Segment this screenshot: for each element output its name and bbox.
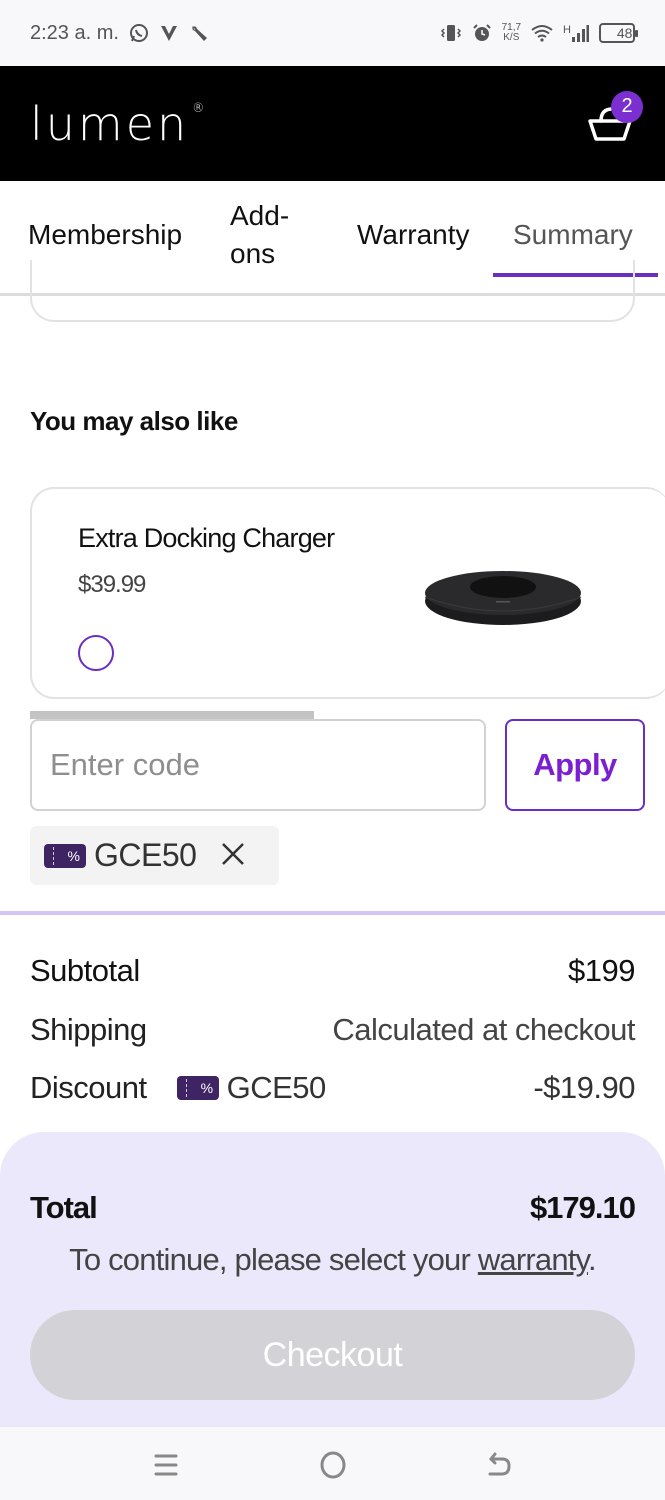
- discount-tag-icon: %: [176, 1076, 219, 1100]
- subtotal-value: $199: [568, 953, 635, 988]
- total-value: $179.10: [529, 1190, 636, 1225]
- section-divider: [0, 911, 665, 915]
- vibrate-icon: [440, 23, 462, 43]
- system-nav-bar: [0, 1427, 665, 1500]
- lumen-logo[interactable]: lumen ®: [30, 96, 204, 151]
- tab-warranty[interactable]: Warranty: [357, 216, 470, 254]
- shipping-row: Shipping Calculated at checkout: [30, 1012, 635, 1048]
- network-speed-unit: K/S: [503, 32, 520, 43]
- warranty-link[interactable]: warranty: [478, 1242, 589, 1277]
- discount-code: GCE50: [226, 1070, 327, 1105]
- logo-text: lumen: [30, 96, 190, 151]
- home-button[interactable]: [315, 1447, 351, 1483]
- battery-icon: 48: [599, 23, 638, 43]
- app-header: lumen ® 2: [0, 66, 665, 181]
- home-icon: [320, 1451, 346, 1479]
- cart-count-badge: 2: [611, 90, 643, 123]
- whatsapp-icon: [129, 23, 149, 43]
- back-button[interactable]: [481, 1447, 517, 1483]
- status-time: 2:23 a. m.: [30, 21, 119, 44]
- network-speed: 71,7 K/S: [502, 23, 521, 43]
- network-type: H: [563, 24, 571, 36]
- wrench-icon: [189, 23, 209, 43]
- apply-promo-button[interactable]: Apply: [505, 719, 645, 811]
- registered-mark: ®: [192, 100, 208, 115]
- tab-membership[interactable]: Membership: [28, 216, 182, 254]
- checkout-button[interactable]: Checkout: [30, 1310, 635, 1400]
- shipping-label: Shipping: [30, 1012, 147, 1047]
- product-card[interactable]: Extra Docking Charger $39.99: [30, 487, 665, 699]
- wifi-icon: [531, 24, 553, 42]
- product-name: Extra Docking Charger: [78, 523, 335, 553]
- discount-value: -$19.90: [533, 1070, 635, 1105]
- docking-charger-image: [424, 571, 582, 625]
- vivaldi-icon: [159, 23, 179, 43]
- recents-icon: [154, 1454, 178, 1476]
- battery-level: 48: [616, 25, 633, 41]
- discount-row: Discount % GCE50 -$19.90: [30, 1070, 635, 1106]
- back-icon: [488, 1452, 511, 1476]
- tag-glyph: %: [67, 847, 80, 864]
- scrollbar-thumb[interactable]: [30, 711, 315, 719]
- recommendations-scrollbar[interactable]: [30, 711, 635, 719]
- continue-message: To continue, please select your warranty…: [0, 1242, 665, 1278]
- tab-add-ons-line1: Add-: [230, 200, 290, 231]
- remove-coupon-icon[interactable]: [220, 840, 246, 872]
- subtotal-row: Subtotal $199: [30, 953, 635, 989]
- alarm-icon: [472, 23, 492, 43]
- discount-tag-icon: %: [44, 843, 86, 868]
- status-bar: 2:23 a. m. 71,7 K/S H 48: [0, 0, 665, 66]
- discount-label: Discount: [30, 1070, 147, 1105]
- product-select-radio[interactable]: [78, 635, 114, 671]
- continue-prefix: To continue, please select your: [69, 1242, 478, 1277]
- shipping-value: Calculated at checkout: [332, 1012, 635, 1047]
- product-price: $39.99: [78, 571, 146, 598]
- subtotal-label: Subtotal: [30, 953, 140, 988]
- order-item-card-partial: [30, 260, 635, 322]
- tab-summary[interactable]: Summary: [513, 216, 633, 254]
- recommendations-title: You may also like: [30, 406, 238, 436]
- tag-glyph: %: [200, 1080, 213, 1096]
- applied-coupon-code: GCE50: [94, 837, 197, 873]
- applied-coupon-chip: % GCE50: [30, 826, 279, 885]
- total-row: Total $179.10: [30, 1190, 636, 1226]
- continue-suffix: .: [588, 1242, 597, 1277]
- signal-icon: H: [563, 24, 589, 42]
- recents-button[interactable]: [148, 1447, 184, 1483]
- cart-button[interactable]: 2: [585, 90, 643, 149]
- promo-code-input[interactable]: [30, 719, 486, 811]
- total-label: Total: [30, 1190, 98, 1225]
